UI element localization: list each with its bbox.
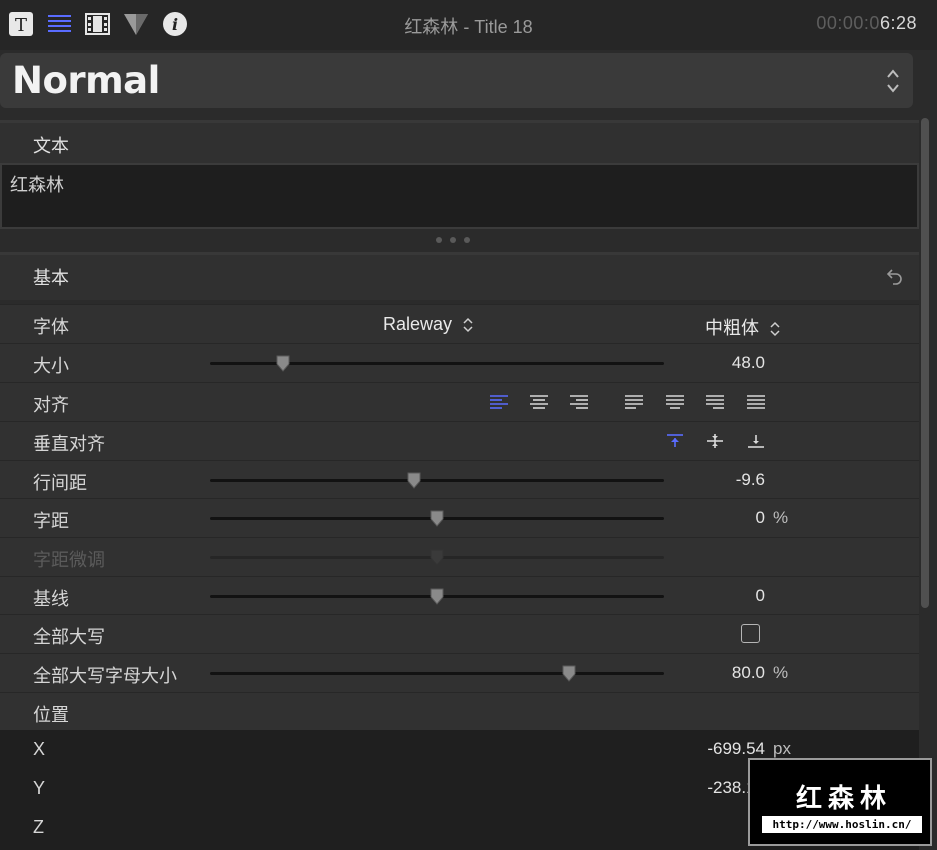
line-spacing-value[interactable]: -9.6: [736, 470, 765, 490]
tracking-slider[interactable]: [210, 510, 664, 527]
align-top-icon[interactable]: [665, 433, 685, 449]
align-middle-icon[interactable]: [705, 433, 725, 449]
position-label: 位置: [33, 705, 69, 725]
alignment-label: 对齐: [33, 395, 69, 415]
position-y-label: Y: [33, 778, 46, 798]
chevron-updown-icon: [463, 318, 473, 333]
baseline-label: 基线: [33, 589, 69, 609]
kerning-label: 字距微调: [33, 550, 105, 570]
position-x-label: X: [33, 739, 46, 759]
justify-full-icon[interactable]: [746, 394, 766, 410]
font-family-popup[interactable]: Raleway: [383, 314, 473, 335]
align-right-icon[interactable]: [569, 394, 589, 410]
text-section-title: 文本: [33, 136, 69, 156]
text-input[interactable]: 红森林: [0, 163, 919, 229]
slider-thumb[interactable]: [562, 665, 576, 682]
all-caps-size-label: 全部大写字母大小: [33, 666, 177, 686]
alignment-row: 对齐: [0, 382, 919, 421]
resize-handle[interactable]: [436, 230, 480, 243]
slider-thumb[interactable]: [430, 510, 444, 527]
baseline-value[interactable]: 0: [756, 586, 765, 606]
preset-label: Normal: [12, 59, 160, 102]
font-family-value: Raleway: [383, 314, 453, 334]
vertical-alignment-label: 垂直对齐: [33, 434, 105, 454]
all-caps-label: 全部大写: [33, 627, 105, 647]
basic-section-title: 基本: [33, 268, 69, 288]
inspector-toolbar: T i 红森林 - Title 18 00:00:06:28: [0, 0, 937, 50]
position-z-label: Z: [33, 817, 44, 837]
watermark: 红森林 http://www.hoslin.cn/: [748, 758, 932, 846]
watermark-title: 红森林: [796, 783, 893, 813]
line-spacing-label: 行间距: [33, 473, 87, 493]
kerning-row: 字距微调: [0, 537, 919, 576]
chevron-updown-icon: [770, 322, 780, 337]
size-value[interactable]: 48.0: [732, 353, 765, 373]
slider-thumb: [430, 549, 444, 566]
tracking-label: 字距: [33, 511, 69, 531]
align-left-icon[interactable]: [489, 394, 509, 410]
text-value: 红森林: [10, 175, 64, 195]
all-caps-row: 全部大写: [0, 614, 919, 653]
font-weight-popup[interactable]: 中粗体: [705, 314, 780, 340]
watermark-url: http://www.hoslin.cn/: [762, 816, 922, 833]
slider-thumb[interactable]: [430, 588, 444, 605]
size-label: 大小: [33, 356, 69, 376]
font-row: 字体 Raleway 中粗体: [0, 304, 919, 343]
justify-right-icon[interactable]: [705, 394, 725, 410]
scrollbar[interactable]: [921, 118, 929, 608]
window-title: 红森林 - Title 18: [404, 17, 533, 37]
all-caps-checkbox[interactable]: [741, 624, 760, 643]
text-section-header[interactable]: 文本: [0, 120, 919, 163]
all-caps-size-slider[interactable]: [210, 665, 664, 682]
kerning-slider: [210, 549, 664, 566]
slider-thumb[interactable]: [276, 355, 290, 372]
font-label: 字体: [33, 317, 69, 337]
all-caps-size-unit: %: [773, 663, 789, 682]
position-row[interactable]: 位置: [0, 692, 919, 731]
tracking-value[interactable]: 0: [756, 508, 765, 528]
size-slider[interactable]: [210, 355, 664, 372]
align-center-icon[interactable]: [529, 394, 549, 410]
timecode: 00:00:06:28: [816, 13, 917, 33]
justify-left-icon[interactable]: [624, 394, 644, 410]
basic-section-header[interactable]: 基本: [0, 252, 919, 300]
position-x-value[interactable]: -699.54: [707, 739, 765, 759]
line-spacing-row: 行间距 -9.6: [0, 460, 919, 499]
slider-thumb[interactable]: [407, 472, 421, 489]
tracking-row: 字距 0 %: [0, 498, 919, 537]
justify-center-icon[interactable]: [665, 394, 685, 410]
baseline-slider[interactable]: [210, 588, 664, 605]
preset-popup[interactable]: Normal: [0, 53, 913, 108]
baseline-row: 基线 0: [0, 576, 919, 615]
tracking-unit: %: [773, 508, 789, 527]
chevron-updown-icon: [885, 67, 901, 95]
size-row: 大小 48.0: [0, 343, 919, 382]
reset-icon[interactable]: [886, 267, 904, 290]
font-weight-value: 中粗体: [705, 318, 759, 338]
align-bottom-icon[interactable]: [746, 433, 766, 449]
vertical-alignment-row: 垂直对齐: [0, 421, 919, 460]
all-caps-size-value[interactable]: 80.0: [732, 663, 765, 683]
all-caps-size-row: 全部大写字母大小 80.0 %: [0, 653, 919, 692]
position-x-unit: px: [773, 739, 791, 758]
line-spacing-slider[interactable]: [210, 472, 664, 489]
